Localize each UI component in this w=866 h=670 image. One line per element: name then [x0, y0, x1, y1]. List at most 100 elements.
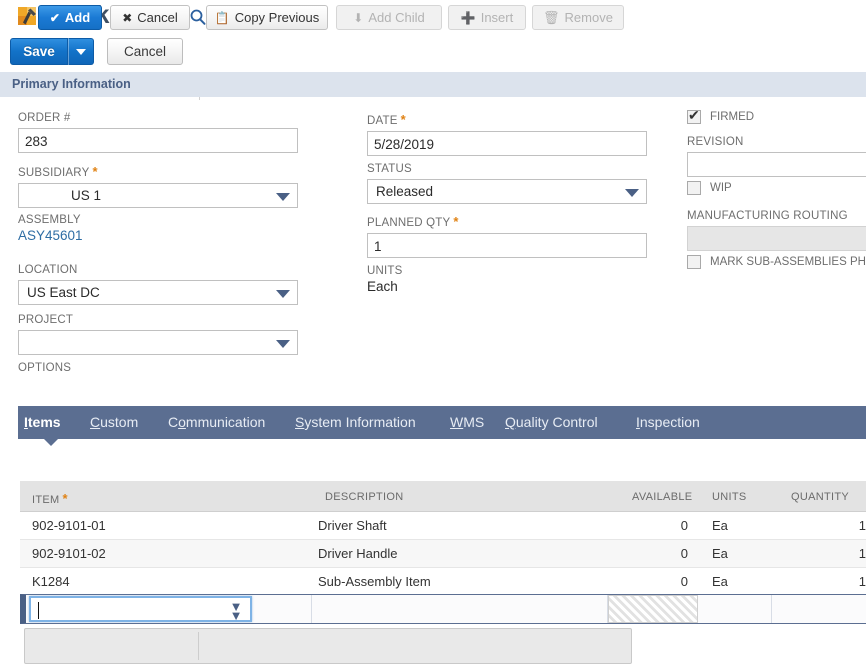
column-header-description[interactable]: DESCRIPTION — [325, 491, 403, 503]
caret-down-icon — [76, 48, 86, 55]
work-order-page: Work Order Save Cancel Actions Primary I… — [0, 0, 866, 670]
subsidiary-select[interactable]: US 1 — [18, 183, 298, 208]
field-project: PROJECT — [18, 314, 298, 355]
insert-button[interactable]: ➕ Insert — [448, 5, 526, 30]
cell-available: 0 — [680, 546, 688, 561]
date-input[interactable]: 5/28/2019 — [367, 131, 647, 156]
cell-units: Ea — [712, 546, 728, 561]
edit-cell-item[interactable]: ▼ ▼ — [26, 595, 312, 623]
field-wip[interactable]: WIP — [687, 181, 732, 195]
tab-quality-control[interactable]: Quality Control — [505, 414, 598, 430]
add-button[interactable]: ✔ Add — [38, 5, 102, 30]
assembly-value-link[interactable]: ASY45601 — [18, 228, 83, 243]
firmed-checkbox[interactable] — [687, 107, 701, 124]
tab-communication[interactable]: Communication — [168, 414, 265, 430]
cancel-button[interactable]: Cancel — [107, 38, 183, 65]
status-select[interactable]: Released — [367, 179, 647, 204]
tab-custom[interactable]: Custom — [90, 414, 138, 430]
cell-quantity: 1 — [858, 518, 866, 533]
download-icon: ⬇ — [353, 10, 364, 25]
field-firmed[interactable]: FIRMED — [687, 107, 755, 124]
items-grid: ITEM * DESCRIPTION AVAILABLE UNITS QUANTI… — [20, 481, 866, 596]
column-header-available[interactable]: AVAILABLE — [632, 491, 692, 503]
status-value: Released — [376, 184, 434, 199]
planned-qty-label: PLANNED QTY * — [367, 214, 459, 229]
units-value: Each — [367, 279, 398, 294]
cell-description: Driver Shaft — [318, 518, 387, 533]
field-assembly: ASSEMBLY ASY45601 — [18, 214, 83, 243]
cancel-row-button[interactable]: ✖ Cancel — [110, 5, 190, 30]
field-date: DATE * 5/28/2019 — [367, 112, 647, 156]
assembly-label: ASSEMBLY — [18, 214, 81, 226]
order-number-input[interactable]: 283 — [18, 128, 298, 153]
chevron-down-icon — [276, 340, 290, 348]
project-label: PROJECT — [18, 314, 74, 326]
field-status: STATUS Released — [367, 163, 647, 204]
firmed-label: FIRMED — [710, 111, 755, 123]
check-icon: ✔ — [49, 10, 60, 25]
tab-inspection[interactable]: Inspection — [636, 414, 700, 430]
tab-bar: Items Custom Communication System Inform… — [18, 406, 866, 446]
location-label: LOCATION — [18, 264, 78, 276]
tab-system-information[interactable]: System Information — [295, 414, 416, 430]
order-number-label: ORDER # — [18, 112, 71, 124]
planned-qty-input[interactable]: 1 — [367, 233, 647, 258]
revision-input[interactable] — [687, 152, 866, 177]
save-button[interactable]: Save — [10, 38, 68, 65]
table-row[interactable]: K1284 Sub-Assembly Item 0 Ea 1 — [20, 568, 866, 596]
revision-label: REVISION — [687, 136, 744, 148]
search-icon[interactable] — [188, 8, 208, 28]
edit-cell-units[interactable] — [698, 595, 772, 623]
item-input[interactable]: ▼ ▼ — [29, 596, 252, 622]
column-header-item[interactable]: ITEM * — [32, 491, 68, 506]
field-mark-sub-assemblies[interactable]: MARK SUB-ASSEMBLIES PHA — [687, 255, 866, 269]
x-icon: ✖ — [122, 10, 133, 25]
copy-icon: 📋 — [214, 10, 230, 25]
cell-available: 0 — [680, 518, 688, 533]
manufacturing-routing-label: MANUFACTURING ROUTING — [687, 210, 848, 222]
active-tab-arrow-icon — [44, 439, 58, 446]
column-header-units[interactable]: UNITS — [712, 491, 747, 503]
field-planned-qty: PLANNED QTY * 1 — [367, 214, 647, 258]
required-star: * — [400, 112, 406, 127]
edit-cell-available — [608, 595, 698, 623]
tab-items[interactable]: Items — [24, 414, 61, 430]
mark-sub-assemblies-checkbox[interactable] — [687, 255, 701, 269]
field-location: LOCATION US East DC — [18, 264, 298, 305]
button-bar-divider — [198, 632, 199, 660]
status-label: STATUS — [367, 163, 412, 175]
grid-header-row: ITEM * DESCRIPTION AVAILABLE UNITS QUANTI… — [20, 481, 866, 512]
tab-wms[interactable]: WMS — [450, 414, 484, 430]
remove-button[interactable]: 🗑 Remove — [532, 5, 624, 30]
options-label: OPTIONS — [18, 362, 72, 374]
table-row[interactable]: 902-9101-01 Driver Shaft 0 Ea 1 — [20, 512, 866, 540]
double-chevron-down-icon[interactable]: ▼ ▼ — [229, 600, 243, 622]
chevron-down-icon — [276, 290, 290, 298]
cell-description: Sub-Assembly Item — [318, 574, 431, 589]
primary-information-header: Primary Information — [0, 72, 866, 97]
add-child-button[interactable]: ⬇ Add Child — [336, 5, 442, 30]
add-child-button-label: Add Child — [368, 10, 425, 25]
save-dropdown-button[interactable] — [68, 38, 94, 65]
wip-checkbox[interactable] — [687, 181, 701, 195]
column-header-quantity[interactable]: QUANTITY — [791, 491, 849, 503]
text-cursor — [38, 602, 39, 619]
copy-previous-button[interactable]: 📋 Copy Previous — [206, 5, 328, 30]
project-select[interactable] — [18, 330, 298, 355]
cell-quantity: 1 — [858, 546, 866, 561]
location-select[interactable]: US East DC — [18, 280, 298, 305]
edit-cell-quantity[interactable] — [772, 595, 866, 623]
section-title: Primary Information — [12, 77, 131, 91]
edit-cell-description[interactable] — [312, 595, 608, 623]
chevron-down-icon — [625, 189, 639, 197]
primary-information-form: ORDER # 283 SUBSIDIARY * US 1 ASSEMBLY AS… — [0, 97, 866, 403]
cell-units: Ea — [712, 518, 728, 533]
field-manufacturing-routing: MANUFACTURING ROUTING — [687, 210, 866, 251]
required-star: * — [92, 164, 98, 179]
mark-sub-assemblies-label: MARK SUB-ASSEMBLIES PHA — [710, 256, 866, 268]
table-row[interactable]: 902-9101-02 Driver Handle 0 Ea 1 — [20, 540, 866, 568]
cell-quantity: 1 — [858, 574, 866, 589]
grid-edit-row: ▼ ▼ — [20, 594, 866, 624]
insert-button-label: Insert — [480, 10, 514, 25]
cell-available: 0 — [680, 574, 688, 589]
